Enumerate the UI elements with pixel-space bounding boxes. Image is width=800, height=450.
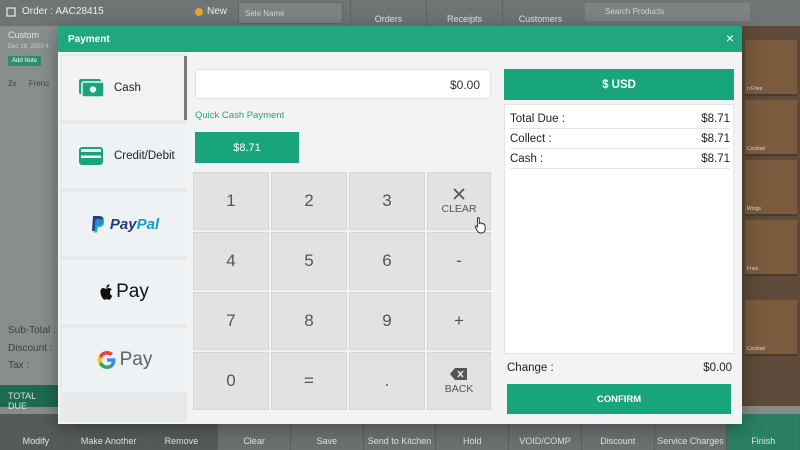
name-select[interactable]: Sele Name [238, 2, 343, 24]
apple-pay-label: Pay [116, 281, 149, 302]
discount-label: Discount : [8, 343, 53, 354]
google-pay-logo: Pay [97, 349, 153, 371]
product-tile[interactable]: Cocktail [745, 100, 797, 156]
cash-label: Cash : [510, 153, 544, 165]
tab-customers[interactable]: Customers [502, 0, 578, 26]
product-tile[interactable]: n Fries [745, 40, 797, 96]
tender-amount-field[interactable]: $0.00 [195, 69, 491, 99]
payment-method-list: Cash Credit/Debit PayPal Pay Pay [60, 54, 187, 422]
order-label: Order : AAC28415 [22, 6, 104, 17]
confirm-button[interactable]: CONFIRM [507, 384, 731, 414]
apple-pay-logo: Pay [100, 281, 149, 303]
payment-dialog: Payment × Cash Credit/Debit PayPal Pay P… [58, 26, 742, 424]
search-input[interactable]: Search Products [585, 3, 750, 21]
change-label: Change : [507, 362, 554, 374]
method-google-pay[interactable]: Pay [62, 328, 187, 392]
paypal-logo: PayPal [90, 215, 159, 233]
order-date: Dec 16, 2020 4 [8, 44, 49, 50]
key-5[interactable]: 5 [271, 232, 347, 290]
method-paypal[interactable]: PayPal [62, 192, 187, 256]
google-pay-label: Pay [119, 349, 153, 370]
quick-cash-label: Quick Cash Payment [195, 110, 285, 121]
total-due-label: TOTAL DUE [0, 385, 62, 411]
collect-label: Collect : [510, 133, 552, 145]
product-tile[interactable]: Fries [745, 220, 797, 276]
subtotal-label: Sub-Total : [8, 325, 56, 336]
payment-summary: Total Due : $8.71 Collect : $8.71 Cash :… [504, 104, 734, 354]
tab-receipts[interactable]: Receipts [426, 0, 502, 26]
clear-key-label: CLEAR [441, 203, 477, 215]
method-cash-label: Cash [114, 82, 141, 94]
key-9[interactable]: 9 [349, 292, 425, 350]
backspace-key-label: BACK [444, 383, 474, 395]
order-item-name: Frenc [28, 79, 50, 88]
close-icon [453, 188, 465, 200]
backspace-icon [450, 368, 467, 380]
close-icon[interactable]: × [726, 31, 734, 45]
order-id: Order : AAC28415 [6, 6, 104, 17]
dialog-header: Payment [58, 26, 742, 52]
dialog-title: Payment [68, 34, 110, 45]
add-note-button[interactable]: Add Note [8, 56, 42, 66]
quick-cash-button[interactable]: $8.71 [195, 132, 299, 163]
method-cash[interactable]: Cash [62, 56, 187, 120]
product-tile[interactable]: Wings [745, 160, 797, 216]
numeric-keypad: 1 2 3 CLEAR 4 5 6 - 7 8 9 + 0 = . BACK [193, 172, 493, 414]
currency-button[interactable]: $ USD [504, 69, 734, 100]
customer-label: Custom [8, 30, 40, 40]
total-due-label: Total Due : [510, 113, 565, 125]
method-credit-debit[interactable]: Credit/Debit [62, 124, 187, 188]
tab-orders[interactable]: Orders [350, 0, 426, 26]
key-1[interactable]: 1 [193, 172, 269, 230]
order-item[interactable]: 2x Frenc [8, 79, 49, 88]
key-0[interactable]: 0 [193, 352, 269, 410]
collect-value: $8.71 [701, 133, 730, 145]
plus-key[interactable]: + [427, 292, 491, 350]
summary-row-total-due: Total Due : $8.71 [510, 109, 730, 129]
key-8[interactable]: 8 [271, 292, 347, 350]
method-apple-pay[interactable]: Pay [62, 260, 187, 324]
key-7[interactable]: 7 [193, 292, 269, 350]
order-status: New [195, 6, 227, 17]
equals-key[interactable]: = [271, 352, 347, 410]
decimal-key[interactable]: . [349, 352, 425, 410]
status-dot-icon [195, 7, 203, 16]
method-credit-debit-label: Credit/Debit [114, 150, 175, 162]
order-status-label: New [207, 6, 228, 17]
total-due-value: $8.71 [701, 113, 730, 125]
cash-value: $8.71 [701, 153, 730, 165]
minus-key[interactable]: - [427, 232, 491, 290]
summary-row-collect: Collect : $8.71 [510, 129, 730, 149]
hand-cursor-icon [474, 217, 486, 234]
change-row: Change : $0.00 [507, 362, 732, 374]
product-tile[interactable]: Cocktail [745, 300, 797, 356]
summary-row-cash: Cash : $8.71 [510, 149, 730, 169]
order-icon [6, 6, 16, 17]
key-4[interactable]: 4 [193, 232, 269, 290]
credit-card-icon [78, 143, 104, 169]
cash-icon [78, 75, 104, 101]
top-tabs: Orders Receipts Customers [350, 0, 578, 26]
backspace-key[interactable]: BACK [427, 352, 491, 410]
tax-label: Tax : [8, 360, 30, 371]
key-6[interactable]: 6 [349, 232, 425, 290]
change-value: $0.00 [703, 362, 732, 374]
order-item-qty: 2x [8, 79, 17, 88]
key-2[interactable]: 2 [271, 172, 347, 230]
key-3[interactable]: 3 [349, 172, 425, 230]
